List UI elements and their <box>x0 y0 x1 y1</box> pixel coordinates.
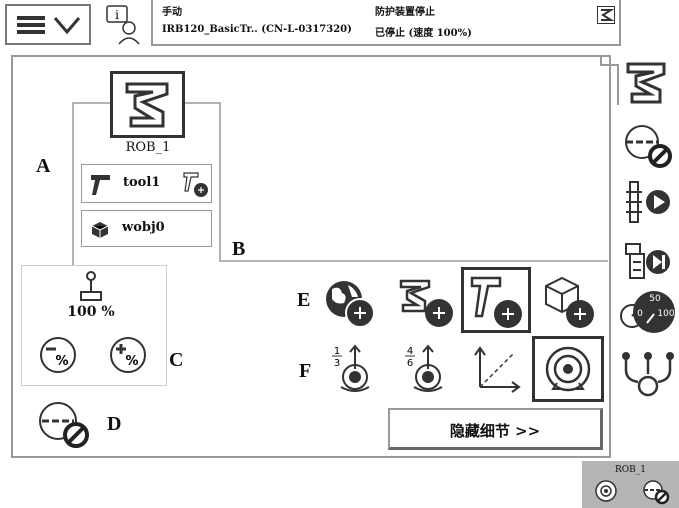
svg-text:i: i <box>115 8 119 22</box>
quickset-speed-icon[interactable]: 50 0 100 <box>618 288 676 338</box>
svg-text:%: % <box>125 354 138 369</box>
marker-f: F <box>299 360 312 382</box>
workobject-cube-icon <box>91 222 109 238</box>
linear-axes-button[interactable] <box>470 343 524 393</box>
reorient-button[interactable] <box>532 336 604 402</box>
run-status: 已停止 (速度 100%) <box>375 28 472 39</box>
speed-value: 100 % <box>67 304 115 320</box>
speedometer-min-label: 0 <box>637 309 643 319</box>
abb-menu-button[interactable] <box>5 4 91 45</box>
svg-text:6: 6 <box>407 358 413 369</box>
tool-coord-button[interactable] <box>461 267 531 333</box>
status-unit-name: ROB_1 <box>615 465 646 475</box>
robot-unit-button[interactable] <box>110 71 185 138</box>
status-reorient-icon <box>595 480 617 502</box>
status-header[interactable]: 手动 IRB120_BasicTr.. (CN-L-0317320) 防护装置停… <box>151 0 621 46</box>
svg-text:4: 4 <box>407 346 413 357</box>
mode-text: 手动 <box>162 7 182 18</box>
hamburger-chevron-icon <box>17 16 81 35</box>
quickset-increment-lock-icon[interactable] <box>622 122 674 170</box>
svg-text:%: % <box>55 354 68 369</box>
tool-coord-icon <box>470 276 522 328</box>
marker-d: D <box>107 413 122 435</box>
status-increment-lock-icon <box>643 480 670 505</box>
increment-high-button[interactable]: 4 6 <box>398 343 448 395</box>
tool-name: tool1 <box>123 175 161 190</box>
wobj-coord-button[interactable] <box>538 274 598 330</box>
marker-a: A <box>36 155 51 177</box>
panel-tab-connector <box>600 55 619 105</box>
quickset-mechanical-unit-icon[interactable] <box>622 60 670 106</box>
reorient-icon <box>545 346 591 392</box>
quickset-run-mode-icon[interactable] <box>622 178 674 226</box>
speed-decrease-button[interactable]: % <box>38 335 78 375</box>
bottom-status-tile[interactable]: ROB_1 <box>582 461 679 508</box>
base-coord-button[interactable] <box>395 277 457 331</box>
world-coord-button[interactable] <box>320 275 380 331</box>
robot-unit-name: ROB_1 <box>125 140 171 155</box>
quickset-step-mode-icon[interactable] <box>622 240 674 286</box>
speedometer-mid-label: 50 <box>649 294 661 304</box>
marker-b: B <box>232 238 246 260</box>
quickset-robot-icon <box>597 6 615 24</box>
svg-text:3: 3 <box>334 358 340 369</box>
tool-icon <box>91 175 110 195</box>
tool-selector[interactable]: tool1 <box>81 164 212 203</box>
speedometer-max-label: 100 <box>657 309 674 319</box>
hide-details-label: 隐藏细节 >> <box>449 422 541 440</box>
lock-disable-button[interactable] <box>38 399 94 451</box>
guard-status: 防护装置停止 <box>375 7 435 18</box>
joystick-icon <box>80 271 102 301</box>
tool-frame-icon <box>183 172 208 197</box>
increment-low-label: 1 <box>334 346 340 357</box>
robot-arm-icon <box>125 82 169 128</box>
wobj-name: wobj0 <box>122 220 165 235</box>
event-log-icon[interactable]: i <box>103 4 147 46</box>
wobj-selector[interactable]: wobj0 <box>81 210 212 247</box>
quickset-tasks-icon[interactable] <box>620 350 676 398</box>
marker-e: E <box>297 289 311 311</box>
controller-name: IRB120_BasicTr.. (CN-L-0317320) <box>162 24 352 35</box>
speed-increase-button[interactable]: % <box>108 335 148 375</box>
marker-c: C <box>169 349 184 371</box>
increment-low-button[interactable]: 1 3 <box>325 343 375 395</box>
hide-details-button[interactable]: 隐藏细节 >> <box>388 408 603 450</box>
